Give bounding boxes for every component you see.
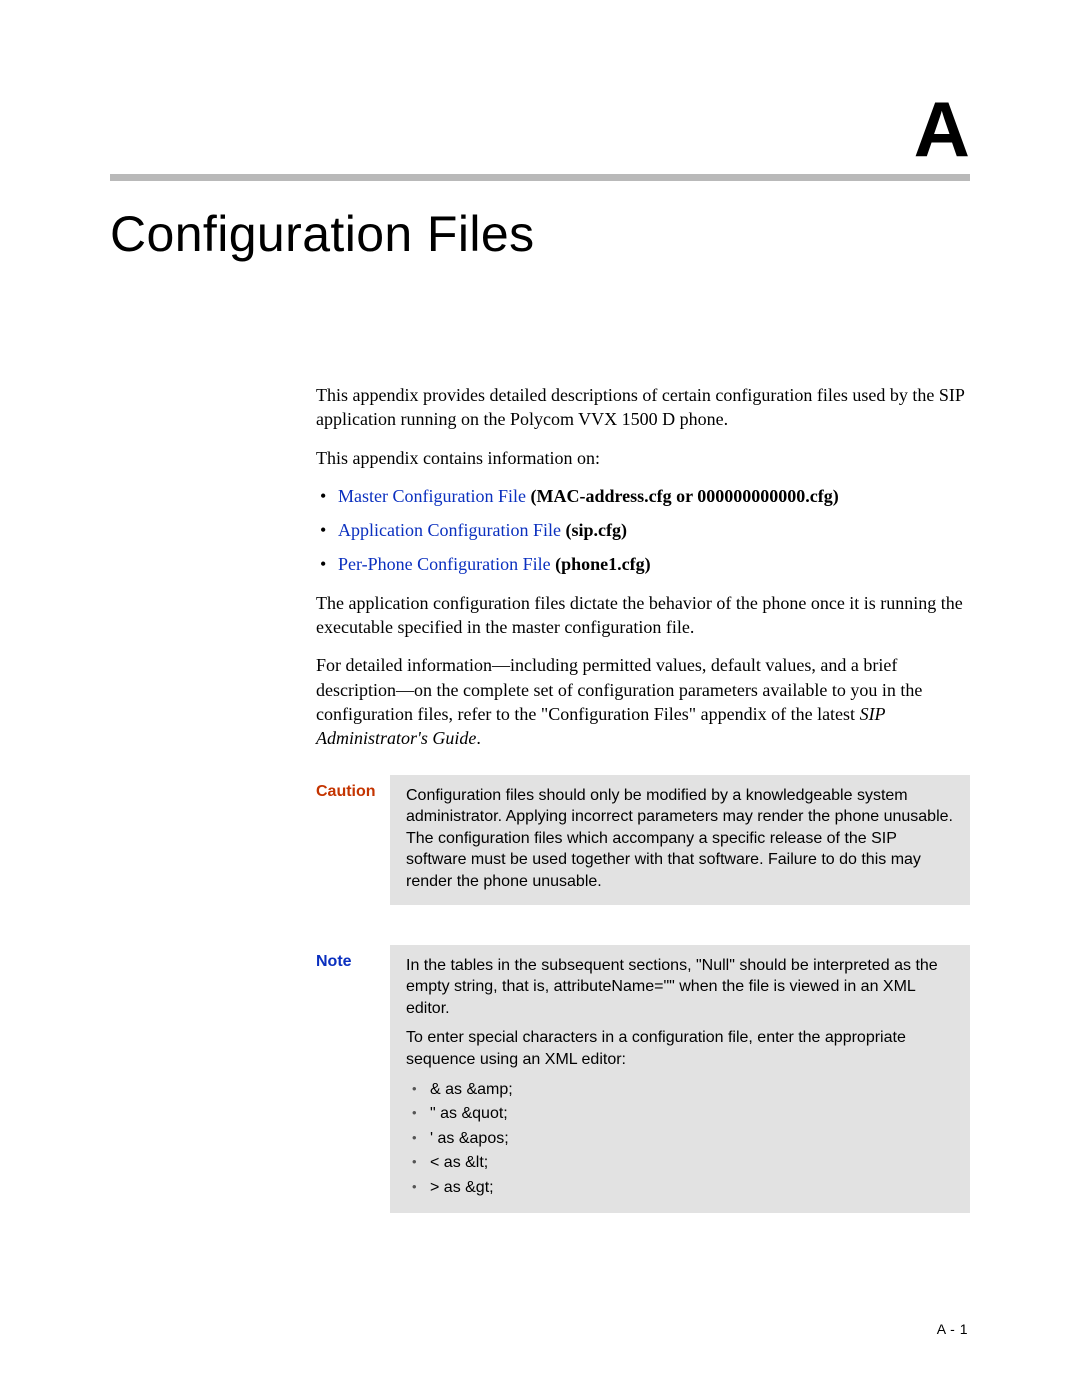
note-label: Note xyxy=(316,945,390,971)
toc-link[interactable]: Application Configuration File xyxy=(338,520,561,540)
intro-paragraph-2: This appendix contains information on: xyxy=(316,446,970,470)
note-text: To enter special characters in a configu… xyxy=(406,1027,954,1070)
special-char-item: " as &quot; xyxy=(406,1103,954,1125)
body-text: For detailed information—including permi… xyxy=(316,655,922,724)
toc-link-detail: (MAC-address.cfg or 000000000000.cfg) xyxy=(526,486,839,506)
toc-item: Per-Phone Configuration File (phone1.cfg… xyxy=(316,552,970,576)
toc-link-list: Master Configuration File (MAC-address.c… xyxy=(316,484,970,577)
body-paragraph: The application configuration files dict… xyxy=(316,591,970,640)
toc-link[interactable]: Per-Phone Configuration File xyxy=(338,554,551,574)
body-text: . xyxy=(476,728,481,748)
special-char-item: < as &lt; xyxy=(406,1152,954,1174)
special-char-item: & as &amp; xyxy=(406,1079,954,1101)
caution-body: Configuration files should only be modif… xyxy=(390,775,970,905)
note-callout: Note In the tables in the subsequent sec… xyxy=(316,945,970,1214)
document-page: A Configuration Files This appendix prov… xyxy=(0,0,1080,1397)
caution-callout: Caution Configuration files should only … xyxy=(316,775,970,905)
toc-link[interactable]: Master Configuration File xyxy=(338,486,526,506)
appendix-letter: A xyxy=(110,90,970,168)
caution-text: Configuration files should only be modif… xyxy=(406,785,954,893)
note-text: In the tables in the subsequent sections… xyxy=(406,955,954,1020)
special-char-list: & as &amp; " as &quot; ' as &apos; < as … xyxy=(406,1079,954,1199)
page-number: A - 1 xyxy=(937,1321,968,1337)
body-paragraph: For detailed information—including permi… xyxy=(316,653,970,750)
page-title: Configuration Files xyxy=(110,205,970,263)
special-char-item: ' as &apos; xyxy=(406,1128,954,1150)
special-char-item: > as &gt; xyxy=(406,1177,954,1199)
toc-link-detail: (phone1.cfg) xyxy=(551,554,651,574)
title-rule xyxy=(110,174,970,181)
toc-item: Application Configuration File (sip.cfg) xyxy=(316,518,970,542)
body-area: This appendix provides detailed descript… xyxy=(316,383,970,751)
toc-link-detail: (sip.cfg) xyxy=(561,520,627,540)
note-body: In the tables in the subsequent sections… xyxy=(390,945,970,1214)
intro-paragraph-1: This appendix provides detailed descript… xyxy=(316,383,970,432)
caution-label: Caution xyxy=(316,775,390,801)
toc-item: Master Configuration File (MAC-address.c… xyxy=(316,484,970,508)
